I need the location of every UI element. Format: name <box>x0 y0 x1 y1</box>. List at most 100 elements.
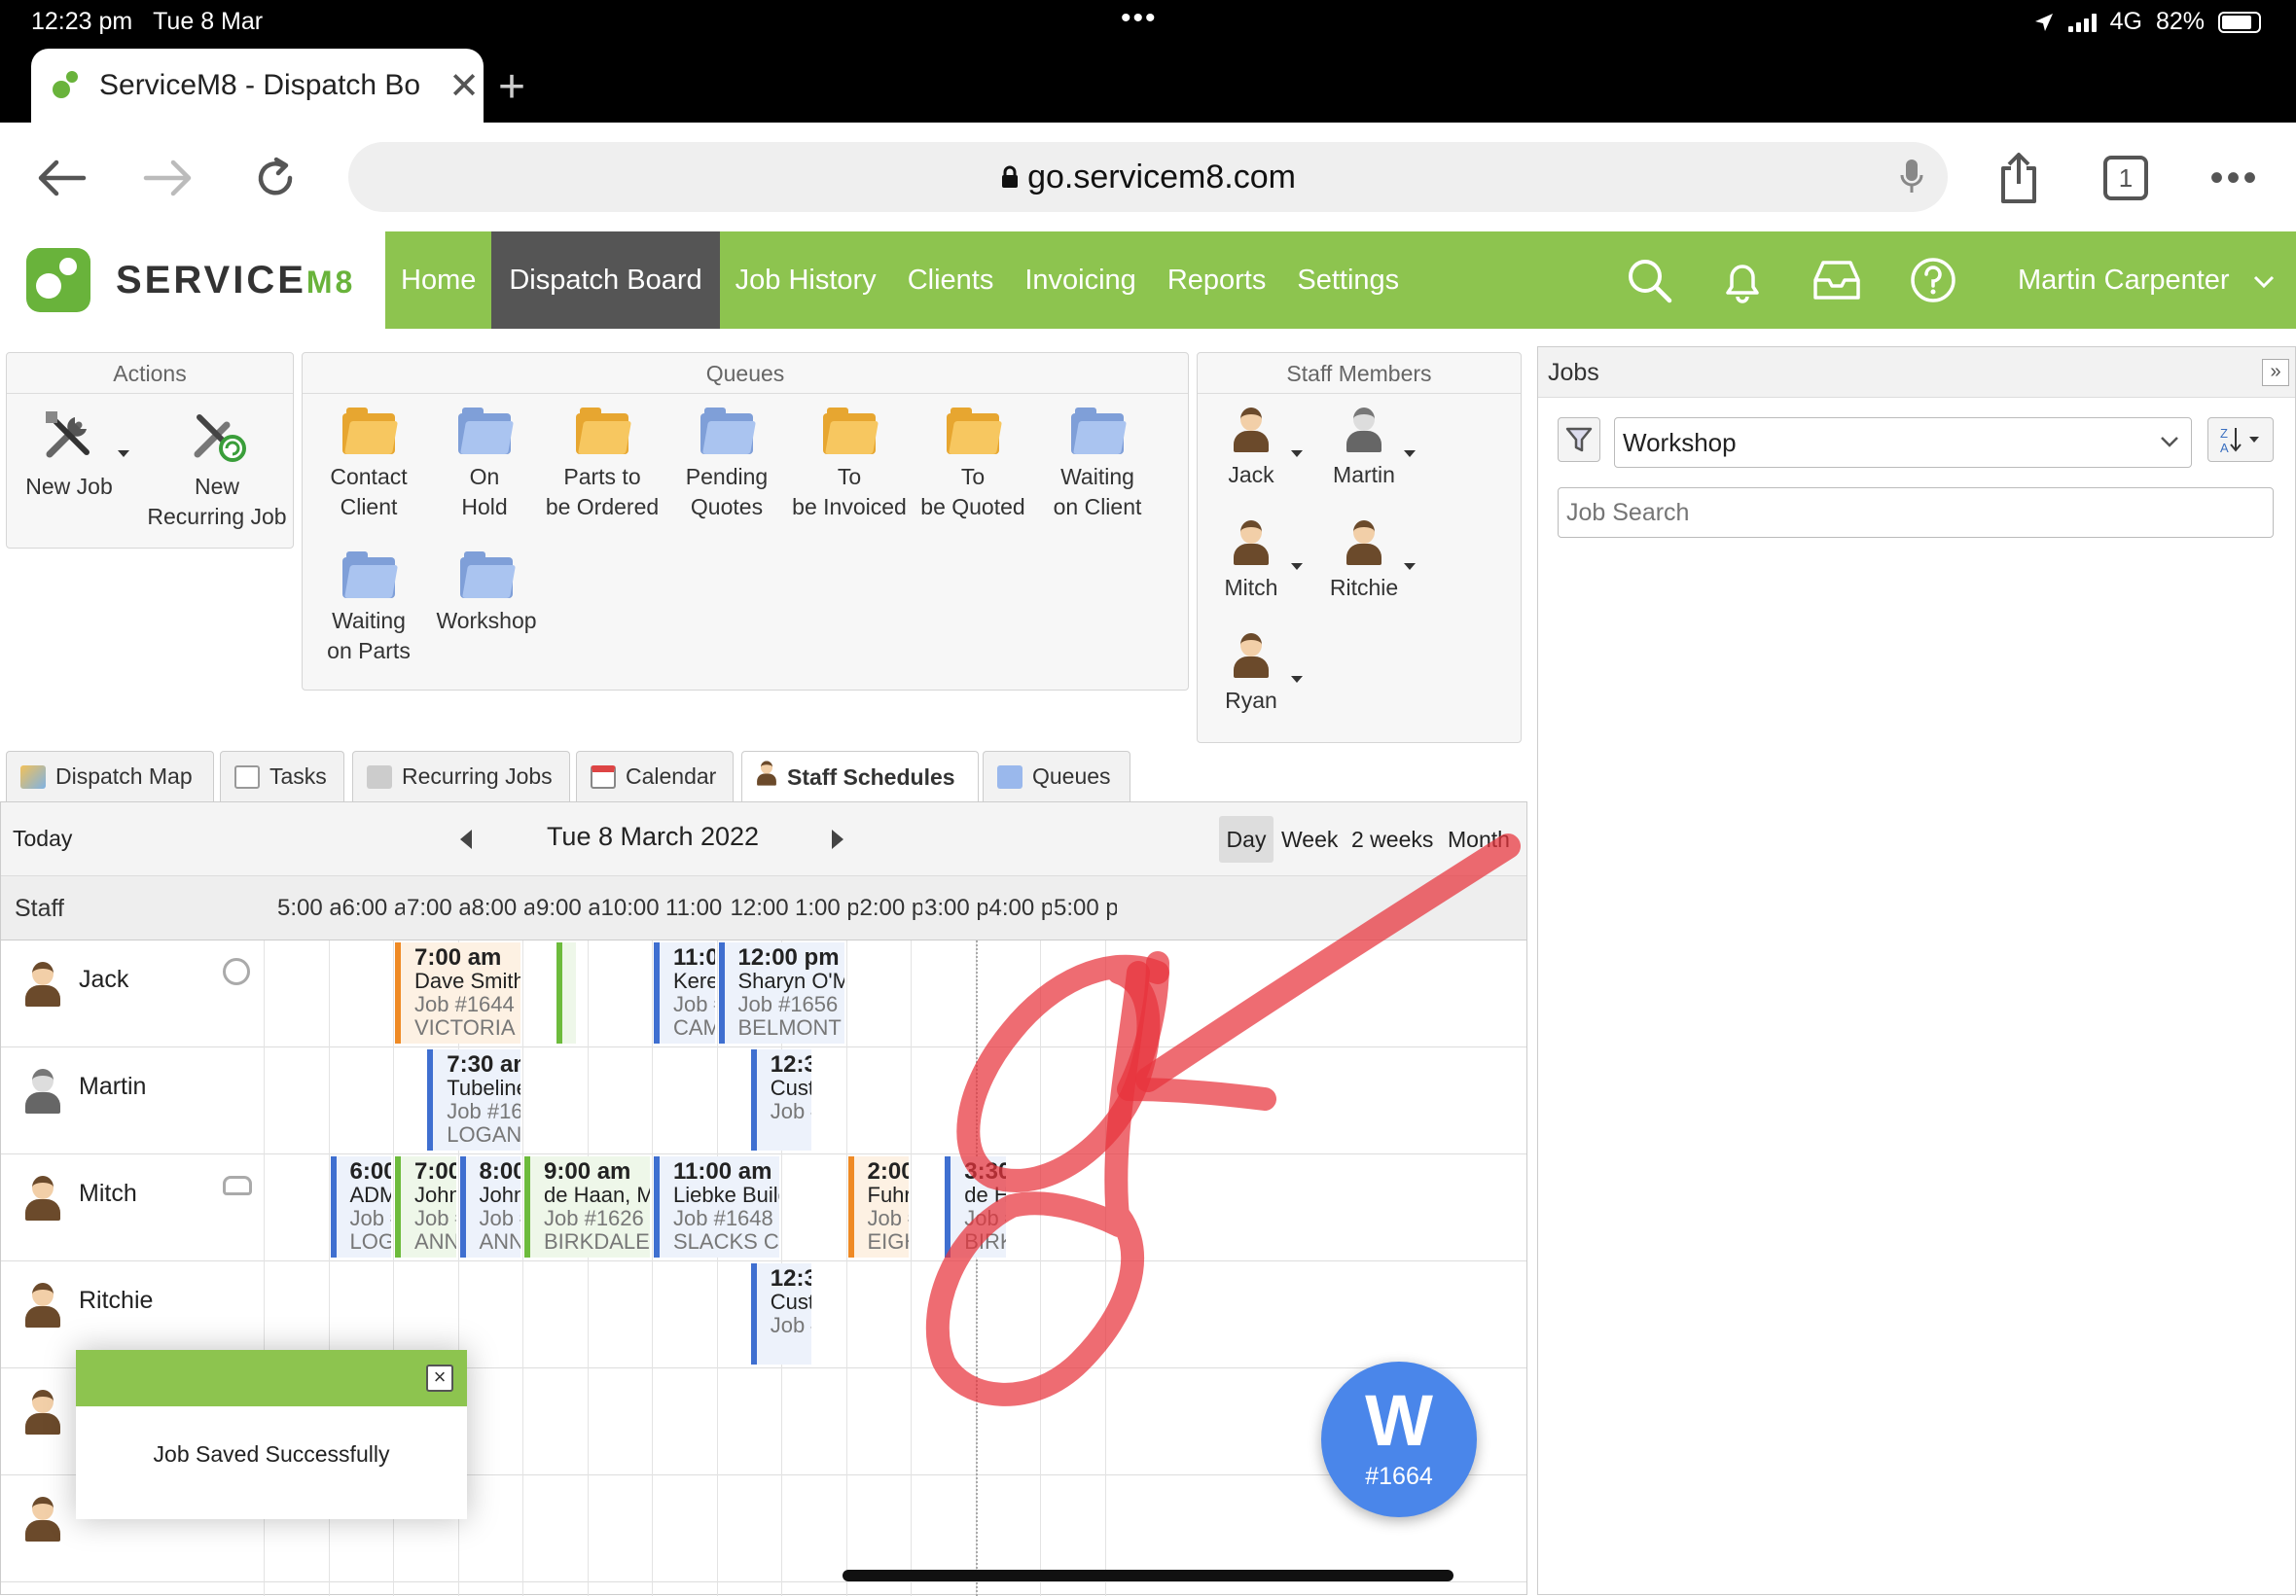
tab-dispatch-map[interactable]: Dispatch Map <box>6 751 214 801</box>
schedule-job-card[interactable]: 11:00 amLiebke BuildJob #1648SLACKS CREI <box>654 1156 779 1258</box>
tab-calendar[interactable]: Calendar <box>576 751 734 801</box>
schedule-job-card[interactable]: 3:30 prde HaarJob #16BIRKDA <box>945 1156 1006 1258</box>
staff-avatar-icon <box>1231 520 1272 565</box>
queue-parts-to-be-ordered[interactable]: Parts to be Ordered <box>536 408 668 522</box>
share-icon[interactable] <box>1985 144 2053 212</box>
nav-dispatch-board[interactable]: Dispatch Board <box>491 231 720 329</box>
schedule-job-card[interactable]: 12:30 pCustomJob #16 <box>750 1263 812 1365</box>
schedule-job-card[interactable]: 8:00 arJohnstoJob #16ANNERL <box>459 1156 520 1258</box>
schedule-job-card[interactable]: 6:00 arADMINJob #87LOGANI <box>330 1156 392 1258</box>
staff-ritchie[interactable]: Ritchie <box>1320 520 1408 603</box>
staff-mitch-dropdown-icon[interactable] <box>1291 563 1303 570</box>
job-card-client: Keren B <box>673 969 715 993</box>
close-toast-icon[interactable]: × <box>426 1365 453 1392</box>
tab-count-button[interactable]: 1 <box>2092 144 2160 212</box>
queue-pending-quotes[interactable]: Pending Quotes <box>666 408 787 522</box>
staff-mitch[interactable]: Mitch <box>1207 520 1295 603</box>
job-card-loc: LOGANI <box>349 1229 392 1254</box>
nav-clients[interactable]: Clients <box>892 231 1010 329</box>
servicem8-logo[interactable]: SERVICEM8 <box>0 231 385 329</box>
workshop-job-bubble[interactable]: W #1664 <box>1321 1362 1477 1517</box>
prev-day-icon[interactable] <box>458 828 474 851</box>
user-menu[interactable]: Martin Carpenter <box>2018 231 2275 329</box>
chevron-down-icon <box>2253 275 2274 289</box>
job-card-loc: ANNERL <box>414 1229 456 1254</box>
job-card-loc: VICTORIA POINT <box>414 1015 520 1040</box>
browser-tab[interactable]: ServiceM8 - Dispatch Bo ✕ <box>31 49 484 123</box>
timer-icon[interactable] <box>223 958 250 985</box>
staff-ryan-dropdown-icon[interactable] <box>1291 676 1303 683</box>
folder-icon <box>947 408 1002 454</box>
filter-icon <box>1565 427 1593 452</box>
jobs-filter-value: Workshop <box>1623 428 1737 457</box>
jobs-filter-select[interactable]: Workshop <box>1614 417 2192 468</box>
nav-invoicing[interactable]: Invoicing <box>1009 231 1151 329</box>
status-time-date: 12:23 pm Tue 8 Mar <box>31 8 263 36</box>
help-icon[interactable] <box>1909 256 1957 304</box>
next-day-icon[interactable] <box>830 828 845 851</box>
queue-waiting-on-parts[interactable]: Waiting on Parts <box>310 551 427 666</box>
hour-gridline <box>845 940 847 1596</box>
sort-az-icon: ZA <box>2220 426 2259 454</box>
staff-martin[interactable]: Martin <box>1320 408 1408 490</box>
tab-queues[interactable]: Queues <box>983 751 1130 801</box>
schedule-job-card[interactable]: 9:00 amde Haan, MoniekJob #1626BIRKDALE <box>524 1156 650 1258</box>
schedule-job-card[interactable] <box>556 942 577 1044</box>
job-card-job: Job #1656 <box>737 992 839 1016</box>
tab-staff-schedules[interactable]: Staff Schedules <box>741 751 979 803</box>
multitask-dots-icon[interactable]: ••• <box>1121 2 1158 35</box>
inbox-icon[interactable] <box>1812 259 1862 301</box>
url-bar[interactable]: go.servicem8.com <box>348 142 1948 212</box>
schedule-job-card[interactable]: 7:30 amTubeline SheJob #1617LOGANHOLM <box>427 1049 520 1151</box>
filter-button[interactable] <box>1558 417 1600 462</box>
reload-icon[interactable] <box>241 144 309 212</box>
staff-jack-dropdown-icon[interactable] <box>1291 450 1303 457</box>
schedule-job-card[interactable]: 7:00 arJohnstoJob #16ANNERL <box>395 1156 456 1258</box>
staff-jack[interactable]: Jack <box>1207 408 1295 490</box>
schedule-job-card[interactable]: 12:00 pmSharyn O'MalleyJob #1656BELMONT <box>718 942 844 1044</box>
bell-icon[interactable] <box>1720 256 1765 304</box>
folder-icon <box>1071 408 1127 454</box>
search-icon[interactable] <box>1625 256 1673 304</box>
schedule-job-card[interactable]: 11:00 aKeren BJob #16CAMP H <box>654 942 715 1044</box>
queue-on-hold[interactable]: On Hold <box>431 408 538 522</box>
sort-button[interactable]: ZA <box>2207 417 2274 462</box>
today-button[interactable]: Today <box>13 826 72 852</box>
new-job-button[interactable]: New Job <box>15 406 129 502</box>
forward-icon[interactable] <box>134 144 202 212</box>
queue-to-be-quoted[interactable]: To be Quoted <box>910 408 1036 522</box>
nav-reports[interactable]: Reports <box>1152 231 1282 329</box>
job-search-input[interactable] <box>1558 487 2274 538</box>
schedule-job-card[interactable]: 2:00 prFuhrmeJob #16EIGHT M <box>847 1156 909 1258</box>
queue-waiting-on-client[interactable]: Waiting on Client <box>1032 408 1163 522</box>
queue-contact-client[interactable]: Contact Client <box>310 408 427 522</box>
queue-to-be-invoiced[interactable]: To be Invoiced <box>783 408 915 522</box>
nav-job-history[interactable]: Job History <box>720 231 892 329</box>
back-icon[interactable] <box>27 144 95 212</box>
view-2weeks-button[interactable]: 2 weeks <box>1351 816 1433 863</box>
view-month-button[interactable]: Month <box>1448 816 1510 863</box>
staff-martin-dropdown-icon[interactable] <box>1404 450 1416 457</box>
tab-recurring-jobs[interactable]: Recurring Jobs <box>352 751 570 801</box>
tools-icon <box>46 411 90 458</box>
jobs-panel: Jobs » Workshop ZA <box>1537 346 2296 1595</box>
nav-settings[interactable]: Settings <box>1281 231 1415 329</box>
new-tab-icon[interactable]: + <box>498 60 525 114</box>
view-week-button[interactable]: Week <box>1281 816 1338 863</box>
view-day-button[interactable]: Day <box>1219 816 1274 863</box>
staff-ritchie-dropdown-icon[interactable] <box>1404 563 1416 570</box>
staff-ryan[interactable]: Ryan <box>1207 633 1295 716</box>
new-recurring-job-button[interactable]: New Recurring Job <box>139 406 295 532</box>
tab-tasks[interactable]: Tasks <box>220 751 344 801</box>
collapse-panel-icon[interactable]: » <box>2262 359 2289 386</box>
schedule-job-card[interactable]: 12:30 pCustomJob #16 <box>750 1049 812 1151</box>
queue-workshop[interactable]: Workshop <box>423 551 550 636</box>
close-tab-icon[interactable]: ✕ <box>445 64 484 108</box>
hour-gridline <box>911 940 912 1596</box>
new-job-dropdown-icon[interactable] <box>118 450 129 457</box>
nav-home[interactable]: Home <box>385 231 491 329</box>
schedule-job-card[interactable]: 7:00 amDave SmithJob #1644VICTORIA POINT <box>395 942 520 1044</box>
microphone-icon[interactable] <box>1899 158 1924 196</box>
hour-gridline <box>716 940 718 1596</box>
more-options-icon[interactable]: ••• <box>2201 144 2269 212</box>
